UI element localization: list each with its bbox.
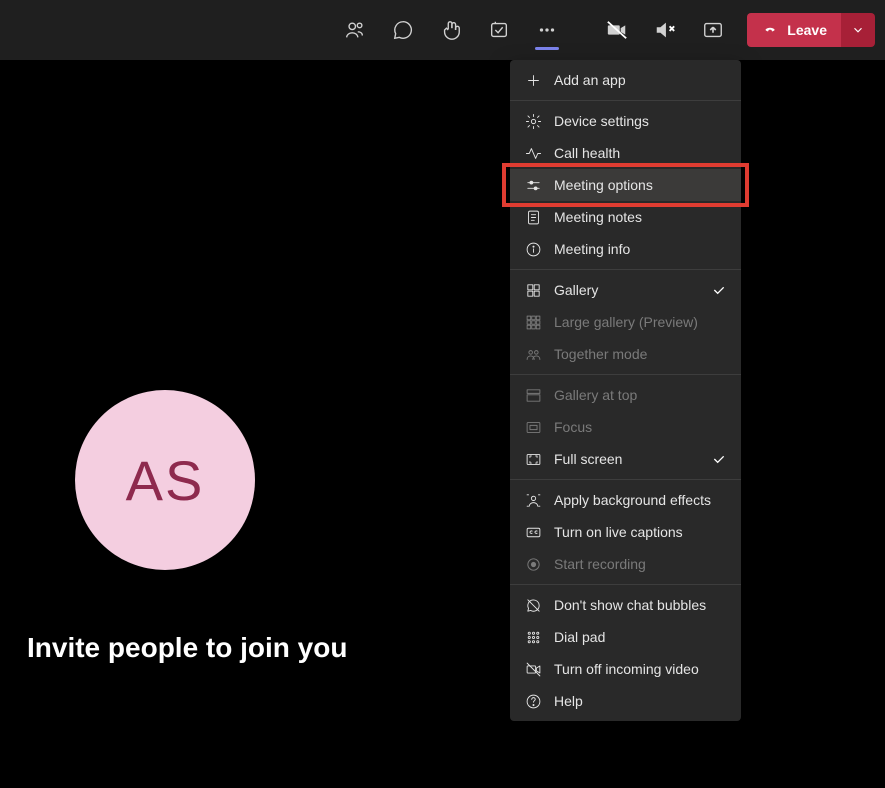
meeting-toolbar: Leave xyxy=(0,0,885,60)
menu-item-label: Turn on live captions xyxy=(554,524,683,540)
menu-item-label: Gallery xyxy=(554,282,598,298)
menu-item-incoming-video-off[interactable]: Turn off incoming video xyxy=(510,653,741,685)
menu-item-live-captions[interactable]: Turn on live captions xyxy=(510,516,741,548)
menu-item-gallery[interactable]: Gallery xyxy=(510,274,741,306)
check-icon xyxy=(711,451,727,467)
menu-item-start-recording: Start recording xyxy=(510,548,741,580)
menu-item-focus: Focus xyxy=(510,411,741,443)
fullscreen-icon xyxy=(524,450,542,468)
chat-button[interactable] xyxy=(379,0,427,60)
menu-item-label: Help xyxy=(554,693,583,709)
video-off-icon xyxy=(524,660,542,678)
people-button[interactable] xyxy=(331,0,379,60)
menu-item-full-screen[interactable]: Full screen xyxy=(510,443,741,475)
menu-item-large-gallery: Large gallery (Preview) xyxy=(510,306,741,338)
dialpad-icon xyxy=(524,628,542,646)
menu-item-label: Full screen xyxy=(554,451,622,467)
focus-icon xyxy=(524,418,542,436)
menu-item-chat-bubbles[interactable]: Don't show chat bubbles xyxy=(510,589,741,621)
share-button[interactable] xyxy=(689,0,737,60)
chat-off-icon xyxy=(524,596,542,614)
menu-item-label: Dial pad xyxy=(554,629,605,645)
gallery-top-icon xyxy=(524,386,542,404)
more-actions-button[interactable] xyxy=(523,0,571,60)
menu-item-help[interactable]: Help xyxy=(510,685,741,717)
grid3-icon xyxy=(524,313,542,331)
menu-item-together-mode: Together mode xyxy=(510,338,741,370)
menu-item-call-health[interactable]: Call health xyxy=(510,137,741,169)
menu-item-gallery-top: Gallery at top xyxy=(510,379,741,411)
grid2-icon xyxy=(524,281,542,299)
more-actions-menu: Add an app Device settings Call health Meet… xyxy=(510,60,741,721)
together-icon xyxy=(524,345,542,363)
menu-item-label: Add an app xyxy=(554,72,626,88)
participant-avatar: AS xyxy=(75,390,255,570)
menu-item-dial-pad[interactable]: Dial pad xyxy=(510,621,741,653)
rooms-button[interactable] xyxy=(475,0,523,60)
sliders-icon xyxy=(524,176,542,194)
menu-item-label: Focus xyxy=(554,419,592,435)
leave-more-button[interactable] xyxy=(841,13,875,47)
person-bg-icon xyxy=(524,491,542,509)
avatar-initials: AS xyxy=(126,448,205,513)
info-icon xyxy=(524,240,542,258)
menu-item-label: Meeting notes xyxy=(554,209,642,225)
menu-item-label: Call health xyxy=(554,145,620,161)
reactions-button[interactable] xyxy=(427,0,475,60)
leave-button[interactable]: Leave xyxy=(747,13,841,47)
menu-item-label: Start recording xyxy=(554,556,646,572)
plus-icon xyxy=(524,71,542,89)
menu-item-label: Gallery at top xyxy=(554,387,637,403)
meeting-stage: AS Invite people to join you Add an app D… xyxy=(0,60,885,788)
menu-item-add-app[interactable]: Add an app xyxy=(510,64,741,96)
menu-item-meeting-options[interactable]: Meeting options xyxy=(510,169,741,201)
menu-item-meeting-info[interactable]: Meeting info xyxy=(510,233,741,265)
menu-item-label: Don't show chat bubbles xyxy=(554,597,706,613)
menu-item-label: Large gallery (Preview) xyxy=(554,314,698,330)
pulse-icon xyxy=(524,144,542,162)
cc-icon xyxy=(524,523,542,541)
notes-icon xyxy=(524,208,542,226)
menu-item-device-settings[interactable]: Device settings xyxy=(510,105,741,137)
invite-message: Invite people to join you xyxy=(27,632,347,664)
menu-item-label: Device settings xyxy=(554,113,649,129)
check-icon xyxy=(711,282,727,298)
help-icon xyxy=(524,692,542,710)
mic-off-button[interactable] xyxy=(641,0,689,60)
menu-item-label: Apply background effects xyxy=(554,492,711,508)
menu-item-label: Together mode xyxy=(554,346,647,362)
menu-item-label: Meeting info xyxy=(554,241,630,257)
leave-label: Leave xyxy=(787,22,827,38)
menu-item-label: Meeting options xyxy=(554,177,653,193)
menu-item-meeting-notes[interactable]: Meeting notes xyxy=(510,201,741,233)
camera-off-button[interactable] xyxy=(593,0,641,60)
menu-item-label: Turn off incoming video xyxy=(554,661,699,677)
gear-icon xyxy=(524,112,542,130)
record-icon xyxy=(524,555,542,573)
menu-item-bg-effects[interactable]: Apply background effects xyxy=(510,484,741,516)
